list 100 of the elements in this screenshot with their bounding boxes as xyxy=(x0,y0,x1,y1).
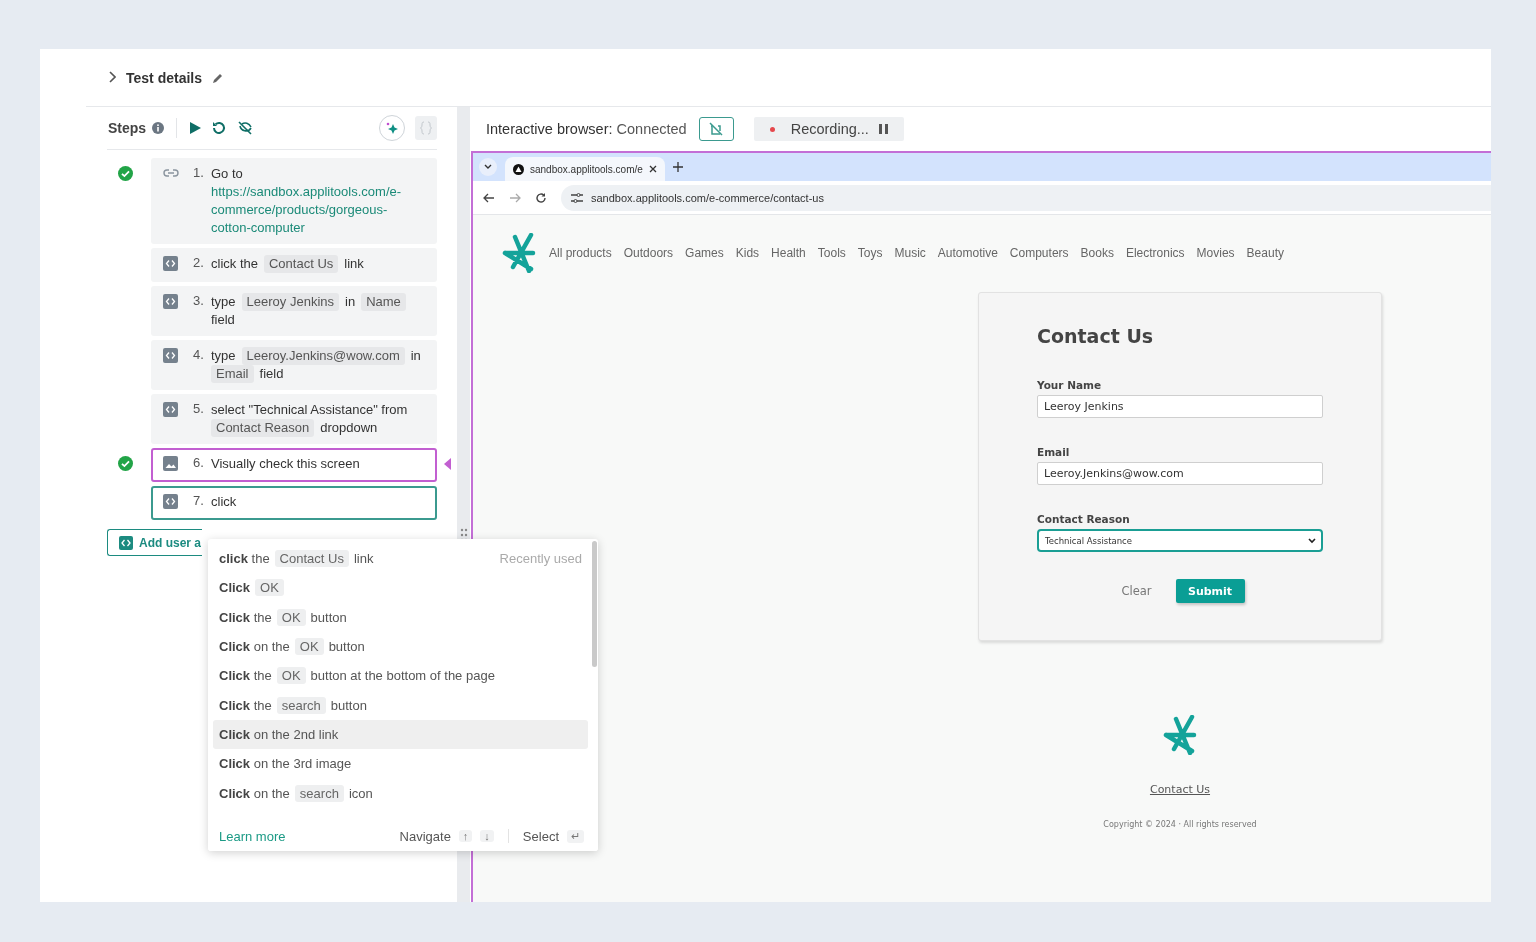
step-number: 3. xyxy=(193,293,205,308)
value-tag: OK xyxy=(294,638,324,656)
value-tag: OK xyxy=(255,579,284,597)
suggestion-item[interactable]: Click on the OK button xyxy=(213,631,588,662)
value-tag: Name xyxy=(361,293,406,311)
close-icon[interactable] xyxy=(648,165,657,173)
step-text: Click on the xyxy=(219,639,290,655)
eye-off-icon[interactable] xyxy=(237,120,254,136)
recording-label: Recording... xyxy=(790,121,869,137)
field-label: Your Name xyxy=(1037,379,1103,391)
select-label: Select xyxy=(522,828,559,844)
clear-button[interactable]: Clear xyxy=(1115,583,1158,599)
step-text: type xyxy=(211,347,236,365)
copyright-text: Copyright © 2024 · All rights reserved xyxy=(1103,820,1257,829)
chevron-right-icon[interactable] xyxy=(108,70,116,83)
nav-link[interactable]: Beauty xyxy=(1246,246,1284,260)
learn-more-link[interactable]: Learn more xyxy=(219,828,286,844)
site-icon xyxy=(513,163,524,175)
nav-link[interactable]: Automotive xyxy=(937,246,998,260)
step-text: Click xyxy=(219,580,251,596)
nav-link[interactable]: Music xyxy=(894,246,926,260)
nav-link[interactable]: Kids xyxy=(735,246,760,260)
connection-status: Connected xyxy=(616,121,687,137)
nav-link[interactable]: Outdoors xyxy=(623,246,674,260)
step-text: in xyxy=(410,347,421,365)
value-tag: OK xyxy=(276,667,306,685)
logo-icon[interactable] xyxy=(1162,715,1198,755)
step-number: 5. xyxy=(193,401,205,416)
nav-link[interactable]: Games xyxy=(685,246,724,260)
step-text: Click the xyxy=(219,668,272,684)
nav-link[interactable]: Health xyxy=(771,246,806,260)
nav-link[interactable]: Books xyxy=(1080,246,1114,260)
suggestion-item[interactable]: Click the search button xyxy=(213,690,588,720)
code-icon xyxy=(119,535,133,550)
step-card[interactable]: 3. type Leeroy Jenkins in Name field xyxy=(151,286,437,336)
nav-link[interactable]: Tools xyxy=(817,246,846,260)
suggestion-item[interactable]: Click OK xyxy=(213,573,588,603)
address-bar[interactable]: sandbox.applitools.com/e-commerce/contact-us xyxy=(561,184,1491,211)
camera-off-button[interactable] xyxy=(698,117,734,141)
step-text: dropdown xyxy=(320,419,378,437)
browser-tab[interactable]: sandbox.applitools.com/e xyxy=(505,157,665,181)
braces-icon xyxy=(420,121,432,135)
step-number: 7. xyxy=(193,493,205,508)
step-card[interactable]: 4. type Leeroy.Jenkins@wow.com in Email field xyxy=(151,340,437,390)
step-card[interactable]: 2. click the Contact Us link xyxy=(151,248,437,282)
page-title: Test details xyxy=(126,69,202,86)
ai-button[interactable] xyxy=(379,115,405,141)
step-text: select "Technical Assistance" from xyxy=(211,401,408,419)
record-dot-icon xyxy=(769,126,775,132)
step-text: Go to xyxy=(211,165,243,183)
pause-icon[interactable] xyxy=(878,124,888,134)
suggestion-item[interactable]: Click on the 3rd image xyxy=(213,749,588,779)
code-icon xyxy=(163,256,178,271)
nav-link[interactable]: All products xyxy=(549,246,612,260)
pencil-icon[interactable] xyxy=(212,71,224,84)
form-title: Contact Us xyxy=(1037,325,1155,347)
suggestion-item[interactable]: Click on the 2nd link xyxy=(213,719,588,750)
logo-icon[interactable] xyxy=(501,233,537,273)
reload-icon[interactable] xyxy=(535,191,547,204)
footer-link[interactable]: Contact Us xyxy=(1149,783,1211,796)
step-card[interactable]: 5. select "Technical Assistance" from Contact Reason dropdown xyxy=(151,394,437,444)
url-link[interactable]: https://sandbox.applitools.com/e-commerce/products/gorgeous-cotton-computer xyxy=(211,183,427,237)
nav-link[interactable]: Movies xyxy=(1196,246,1235,260)
suggestion-item[interactable]: Click on the search icon xyxy=(213,778,588,808)
add-step-button[interactable]: Add user a xyxy=(107,529,202,556)
select-field[interactable]: Technical Assistance xyxy=(1037,529,1323,552)
value-tag: search xyxy=(276,696,326,714)
tab-title: sandbox.applitools.com/e xyxy=(530,163,643,175)
info-icon[interactable] xyxy=(152,122,165,134)
plus-icon[interactable] xyxy=(672,162,683,172)
step-text: click the xyxy=(211,255,258,273)
scrollbar-thumb[interactable] xyxy=(592,541,597,667)
step-text: click xyxy=(211,493,237,511)
back-icon[interactable] xyxy=(483,192,495,203)
step-text: Visually check this screen xyxy=(211,455,360,473)
suggestion-item[interactable]: Click the OK button at the bottom of the page xyxy=(213,661,588,691)
value-tag: Leeroy Jenkins xyxy=(241,293,340,311)
field-label: Contact Reason xyxy=(1037,513,1131,525)
step-text: field xyxy=(259,365,284,383)
refresh-icon[interactable] xyxy=(211,120,228,136)
nav-link[interactable]: Electronics xyxy=(1125,246,1185,260)
value-tag: Email xyxy=(211,365,254,383)
nav-link[interactable]: Computers xyxy=(1009,246,1069,260)
play-icon[interactable] xyxy=(189,121,202,135)
step-text: link xyxy=(353,551,374,567)
tab-list-button[interactable] xyxy=(479,158,497,176)
step-card[interactable]: 1. Go to https://sandbox.applitools.com/e-commerce/products/gorgeous-cotton-computer xyxy=(151,158,437,244)
nav-link[interactable]: Toys xyxy=(857,246,883,260)
chevron-down-icon xyxy=(484,164,492,170)
panel-title: Steps xyxy=(108,120,147,136)
step-text: button xyxy=(310,609,347,625)
value-tag: search xyxy=(294,784,344,802)
value-tag: Contact Reason xyxy=(211,419,315,437)
step-text: Click on the 3rd image xyxy=(219,756,352,772)
value-tag: Contact Us xyxy=(263,255,339,273)
text-field[interactable]: Leeroy.Jenkins@wow.com xyxy=(1037,462,1323,485)
suggestion-item[interactable]: Click the OK button xyxy=(213,602,588,632)
suggestion-item[interactable]: click the Contact Us link Recently used xyxy=(213,544,588,574)
text-field[interactable]: Leeroy Jenkins xyxy=(1037,395,1323,418)
step-card[interactable]: 7. click xyxy=(151,486,437,520)
